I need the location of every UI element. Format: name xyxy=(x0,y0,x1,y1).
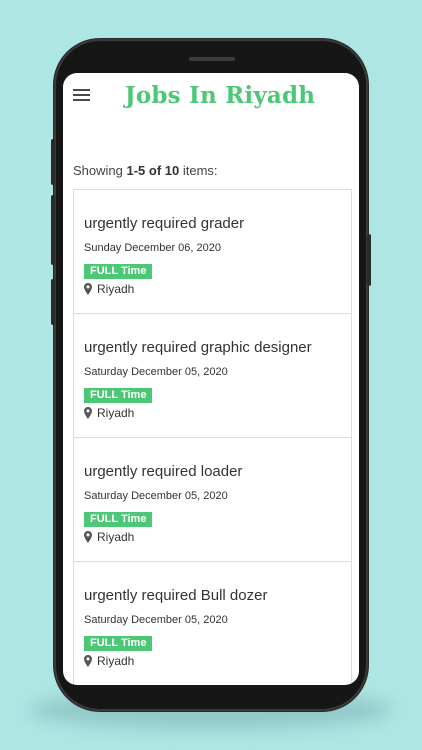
job-title[interactable]: urgently required loader xyxy=(84,463,242,480)
job-list: urgently required grader Sunday December… xyxy=(73,189,352,685)
phone-speaker xyxy=(189,57,235,61)
job-title[interactable]: urgently required Bull dozer xyxy=(84,587,267,604)
side-button xyxy=(51,279,55,325)
job-list-item[interactable]: urgently required graphic designer Satur… xyxy=(74,314,351,438)
map-marker-icon xyxy=(84,655,92,667)
job-date: Saturday December 05, 2020 xyxy=(84,490,228,502)
job-date: Saturday December 05, 2020 xyxy=(84,614,228,626)
map-marker-icon xyxy=(84,531,92,543)
app-screen: Jobs In Riyadh Showing 1-5 of 10 items: … xyxy=(63,73,359,685)
job-list-item[interactable]: urgently required Bull dozer Saturday De… xyxy=(74,562,351,685)
job-type-badge: FULL Time xyxy=(84,264,153,279)
job-list-item[interactable]: urgently required loader Saturday Decemb… xyxy=(74,438,351,562)
job-type-badge: FULL Time xyxy=(84,636,153,651)
job-date: Sunday December 06, 2020 xyxy=(84,242,221,254)
job-location-label: Riyadh xyxy=(97,530,135,544)
results-summary: Showing 1-5 of 10 items: xyxy=(73,163,218,178)
job-location: Riyadh xyxy=(84,282,134,296)
app-title: Jobs In Riyadh xyxy=(124,82,316,109)
promo-background: Jobs In Riyadh Showing 1-5 of 10 items: … xyxy=(0,0,422,750)
side-button xyxy=(367,234,371,286)
job-date: Saturday December 05, 2020 xyxy=(84,366,228,378)
job-type-badge: FULL Time xyxy=(84,388,153,403)
job-title[interactable]: urgently required grader xyxy=(84,215,244,232)
side-button xyxy=(51,195,55,265)
job-list-item[interactable]: urgently required grader Sunday December… xyxy=(74,190,351,314)
app-header: Jobs In Riyadh xyxy=(63,73,359,123)
side-button xyxy=(51,139,55,185)
job-location: Riyadh xyxy=(84,530,134,544)
job-location: Riyadh xyxy=(84,654,134,668)
job-location: Riyadh xyxy=(84,406,134,420)
job-type-badge: FULL Time xyxy=(84,512,153,527)
map-marker-icon xyxy=(84,407,92,419)
job-location-label: Riyadh xyxy=(97,406,135,420)
map-marker-icon xyxy=(84,283,92,295)
phone-frame: Jobs In Riyadh Showing 1-5 of 10 items: … xyxy=(51,39,371,711)
job-location-label: Riyadh xyxy=(97,282,135,296)
job-title[interactable]: urgently required graphic designer xyxy=(84,339,312,356)
job-location-label: Riyadh xyxy=(97,654,135,668)
